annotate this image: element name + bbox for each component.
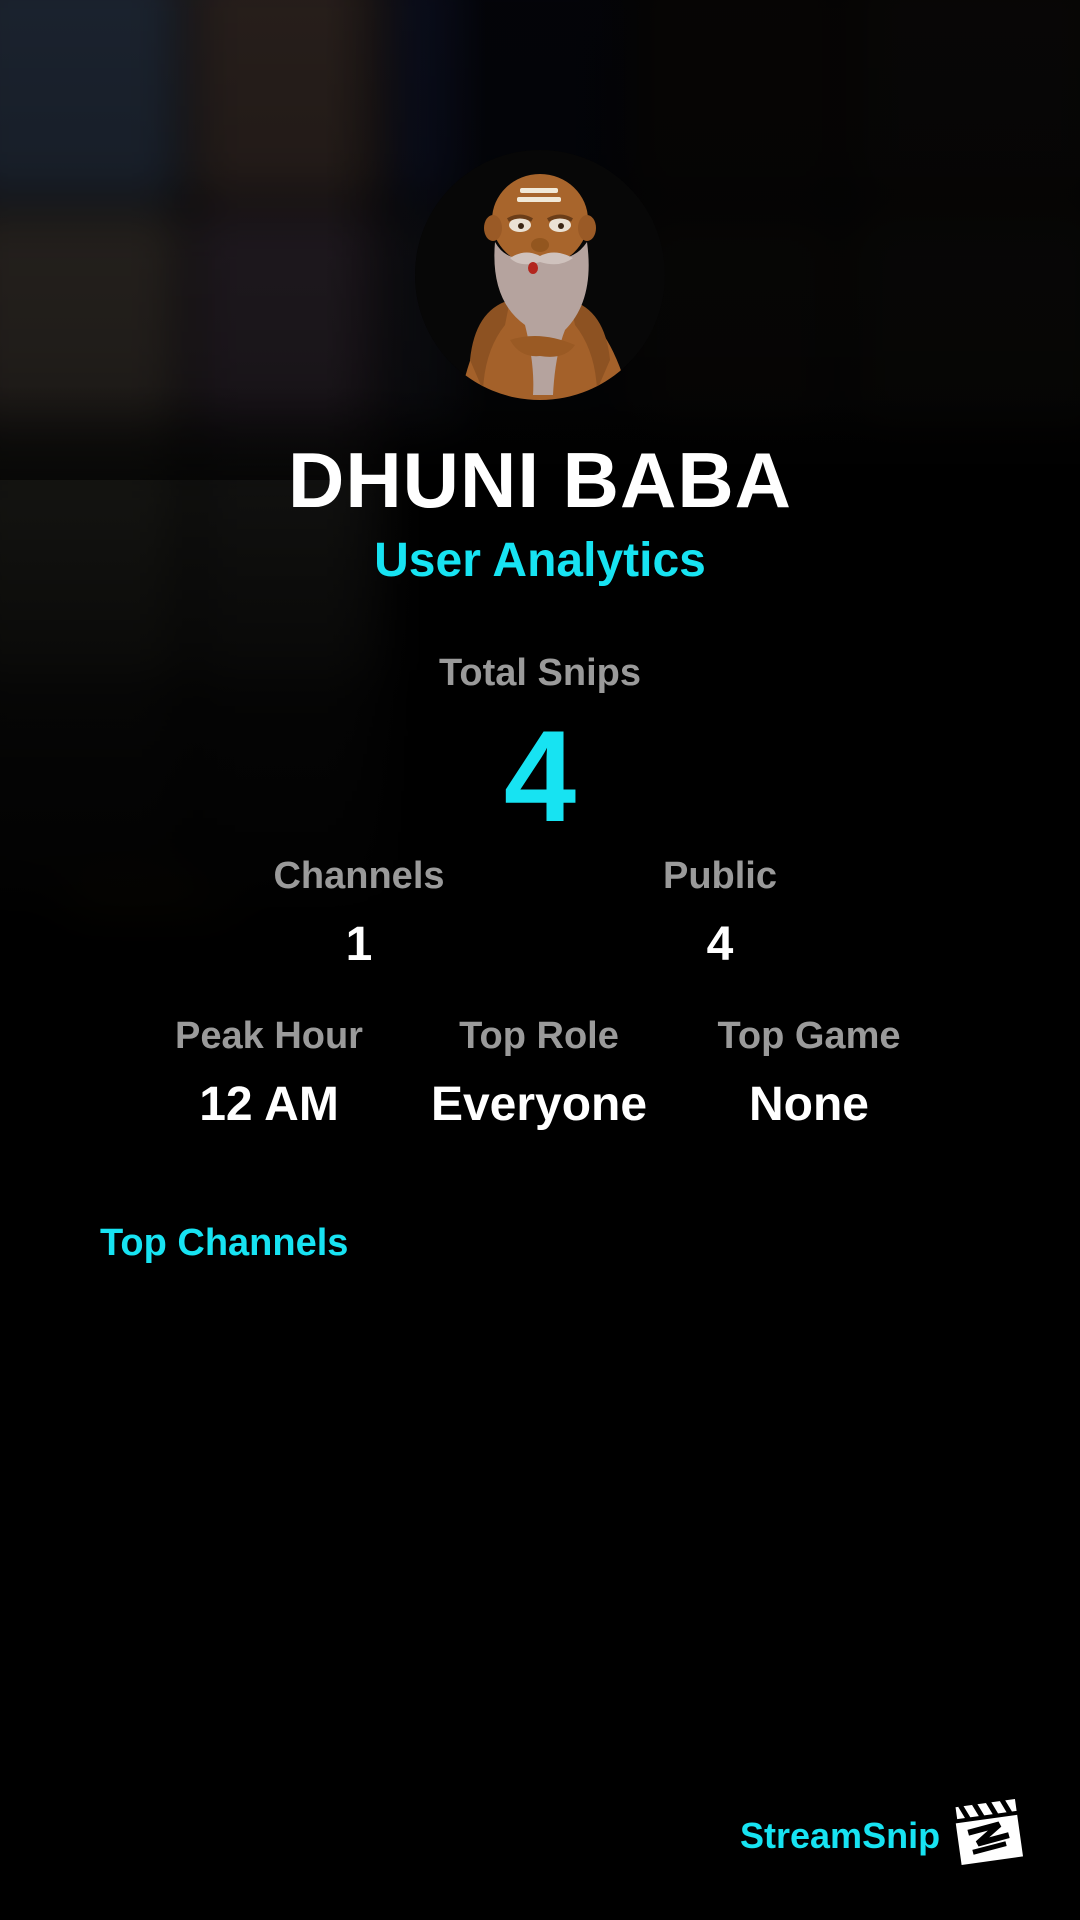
top-channels-heading: Top Channels — [100, 1222, 349, 1264]
channels-value: 1 — [345, 917, 373, 971]
channels-label: Channels — [273, 855, 445, 897]
top-game-value: None — [749, 1077, 869, 1131]
avatar — [415, 150, 665, 400]
total-snips-value: 4 — [503, 703, 577, 849]
total-snips-label: Total Snips — [439, 652, 641, 694]
brand-name: StreamSnip — [740, 1815, 941, 1856]
top-role-value: Everyone — [430, 1077, 648, 1131]
username-title: DHUNI BABA — [288, 436, 792, 524]
stat-public: Public 4 — [570, 855, 870, 973]
public-label: Public — [662, 855, 778, 897]
peak-hour-label: Peak Hour — [175, 1015, 363, 1057]
stat-channels: Channels 1 — [209, 855, 509, 973]
analytics-card: DHUNI BABA User Analytics Total Snips 4 … — [0, 0, 1080, 1920]
top-role-label: Top Role — [459, 1015, 619, 1057]
peak-hour-value: 12 AM — [199, 1077, 339, 1131]
page-subtitle: User Analytics — [374, 534, 706, 587]
stat-peak-hour: Peak Hour 12 AM — [119, 1015, 419, 1133]
top-game-label: Top Game — [717, 1015, 901, 1057]
avatar-illustration — [415, 150, 665, 400]
clapperboard-logo-icon — [948, 1790, 1028, 1870]
stat-top-role: Top Role Everyone — [389, 1015, 689, 1133]
public-value: 4 — [706, 917, 734, 971]
stat-top-game: Top Game None — [659, 1015, 959, 1133]
